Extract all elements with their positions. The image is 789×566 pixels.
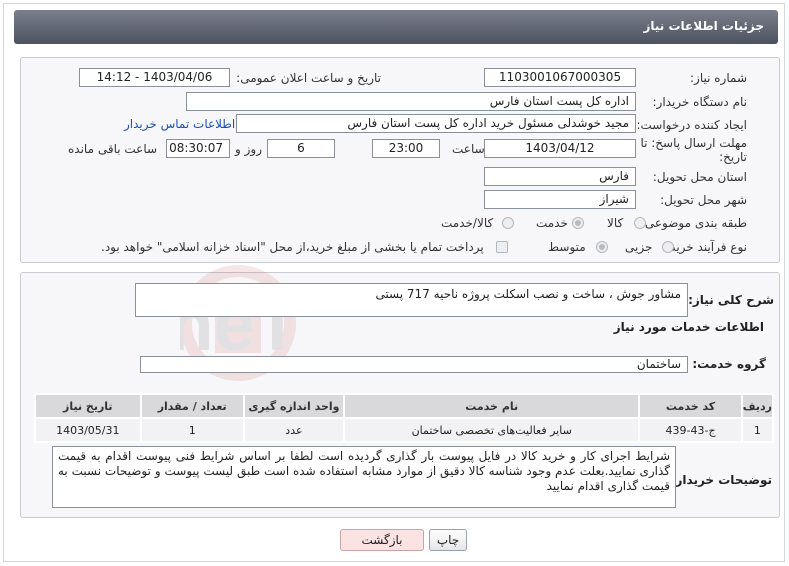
buyer-org-label: نام دستگاه خریدار: <box>652 95 748 109</box>
services-table: ردیف کد خدمت نام خدمت واحد اندازه گیری ت… <box>34 393 775 443</box>
category-label: طبقه بندی موضوعی: <box>640 216 747 230</box>
deadline-label: مهلت ارسال پاسخ: تا تاریخ: <box>640 136 747 164</box>
need-number-label: شماره نیاز: <box>690 71 747 85</box>
service-group-label: گروه خدمت: <box>692 357 766 371</box>
need-number-field: 1103001067000305 <box>484 68 636 87</box>
col-service-name: نام خدمت <box>343 393 641 419</box>
category-radio-goods[interactable] <box>634 217 646 229</box>
cell-unit: عدد <box>242 417 346 443</box>
category-option-goods-service: کالا/خدمت <box>441 216 494 230</box>
province-label: استان محل تحویل: <box>652 170 747 184</box>
process-label: نوع فرآیند خرید : <box>662 240 747 254</box>
process-radio-minor[interactable] <box>662 241 674 253</box>
col-quantity: تعداد / مقدار <box>139 393 245 419</box>
cell-row-number: 1 <box>740 417 775 443</box>
treasury-note: پرداخت تمام یا بخشی از مبلغ خرید،از محل … <box>101 240 484 254</box>
category-option-goods: کالا <box>607 216 624 230</box>
remaining-label: ساعت باقی مانده <box>68 142 158 156</box>
col-unit: واحد اندازه گیری <box>242 393 346 419</box>
services-title: اطلاعات خدمات مورد نیاز <box>613 320 764 334</box>
buyer-notes-label: توضیحات خریدار: <box>670 473 772 487</box>
days-label: روز و <box>235 142 262 156</box>
time-remaining-field: 08:30:07 <box>166 139 230 158</box>
category-radio-service[interactable] <box>572 217 584 229</box>
col-service-code: کد خدمت <box>638 393 743 419</box>
announce-datetime-field: 1403/04/06 - 14:12 <box>79 68 230 87</box>
process-option-minor: جزیی <box>625 240 653 254</box>
cell-service-code: ج-43-439 <box>638 417 743 443</box>
col-need-date: تاریخ نیاز <box>34 393 142 419</box>
category-radio-goods-service[interactable] <box>502 217 514 229</box>
deadline-date-field: 1403/04/12 <box>484 139 636 158</box>
col-row-number: ردیف <box>740 393 775 419</box>
creator-field: مجید خوشدلی مسئول خرید اداره کل پست استا… <box>236 114 636 133</box>
summary-field: مشاور جوش ، ساخت و نصب اسکلت پروژه ناحیه… <box>135 283 688 317</box>
process-radio-medium[interactable] <box>596 241 608 253</box>
deadline-time-label: ساعت <box>452 142 485 156</box>
buyer-org-field: اداره کل پست استان فارس <box>186 92 636 111</box>
table-row: 1 ج-43-439 سایر فعالیت‌های تخصصی ساختمان… <box>34 417 775 443</box>
page-title: جزئیات اطلاعات نیاز <box>643 19 764 33</box>
treasury-checkbox[interactable] <box>496 241 508 253</box>
cell-service-name: سایر فعالیت‌های تخصصی ساختمان <box>343 417 641 443</box>
buyer-notes-field: شرایط اجرای کار و خرید کالا در فایل پیوس… <box>52 446 676 508</box>
service-group-field: ساختمان <box>140 356 688 373</box>
creator-label: ایجاد کننده درخواست: <box>636 118 747 132</box>
page-header: جزئیات اطلاعات نیاز <box>14 10 778 44</box>
table-header-row: ردیف کد خدمت نام خدمت واحد اندازه گیری ت… <box>34 393 775 419</box>
back-button[interactable]: بازگشت <box>340 529 424 551</box>
city-field: شیراز <box>484 190 636 209</box>
deadline-time-field: 23:00 <box>372 139 440 158</box>
print-button[interactable]: چاپ <box>429 529 467 551</box>
province-field: فارس <box>484 167 636 186</box>
days-remaining-field: 6 <box>267 139 335 158</box>
process-option-medium: متوسط <box>548 240 586 254</box>
announce-label: تاریخ و ساعت اعلان عمومی: <box>236 71 381 85</box>
summary-text: مشاور جوش ، ساخت و نصب اسکلت پروژه ناحیه… <box>375 287 681 301</box>
buyer-notes-text: شرایط اجرای کار و خرید کالا در فایل پیوس… <box>58 449 670 493</box>
cell-need-date: 1403/05/31 <box>34 417 142 443</box>
category-option-service: خدمت <box>536 216 568 230</box>
city-label: شهر محل تحویل: <box>660 193 747 207</box>
cell-quantity: 1 <box>139 417 245 443</box>
contact-info-link[interactable]: اطلاعات تماس خریدار <box>124 117 235 131</box>
summary-label: شرح کلی نیاز: <box>688 293 774 307</box>
